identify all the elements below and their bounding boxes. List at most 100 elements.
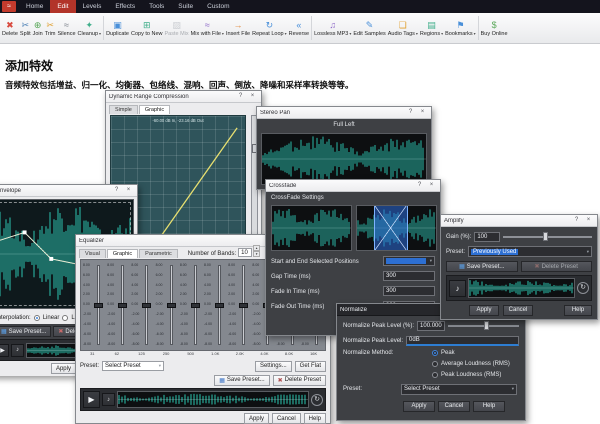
method-radio-average-loudness-rms[interactable] — [432, 361, 438, 367]
peak-percent-slider[interactable] — [448, 321, 519, 331]
toolbar-button-reverse[interactable]: «Reverse — [288, 13, 310, 43]
audio-monitor-button[interactable]: ♪ — [11, 344, 24, 357]
help-button[interactable]: ? — [111, 186, 122, 195]
peak-db-input[interactable]: 0dB — [406, 336, 519, 346]
eq-band-3: 8.006.004.002.000.00-2.00-4.00-6.00-8.00 — [130, 262, 154, 348]
crossfade-wave-right[interactable] — [356, 205, 437, 251]
toolbar-button-join[interactable]: ⊕Join — [32, 13, 44, 43]
toolbar-button-split[interactable]: ✂Split — [19, 13, 32, 43]
eq-slider-handle[interactable] — [94, 303, 103, 308]
toolbar-button-regions[interactable]: ▤Regions▾ — [419, 13, 444, 43]
eq-slider-handle[interactable] — [142, 303, 151, 308]
apply-button[interactable]: Apply — [51, 363, 76, 374]
toolbar-button-delete[interactable]: ✖Delete — [1, 13, 19, 43]
slider-handle[interactable] — [543, 232, 548, 241]
toolbar-button-buy-online[interactable]: $Buy Online — [480, 13, 509, 43]
compression-tab-simple[interactable]: Simple — [109, 105, 138, 114]
fade-in-time-ms-input[interactable]: 300 — [383, 286, 435, 296]
save-preset-button[interactable]: ▦ Save Preset... — [214, 375, 269, 386]
close-button[interactable]: × — [123, 186, 134, 195]
eq-slider-handle[interactable] — [191, 303, 200, 308]
audio-monitor-button[interactable]: ♪ — [102, 393, 115, 406]
close-button[interactable]: × — [417, 108, 428, 117]
positions-select[interactable]: ▾ — [383, 256, 435, 266]
toolbar-button-mix-with-file[interactable]: ≈Mix with File▾ — [190, 13, 225, 43]
help-button[interactable]: Help — [473, 401, 505, 412]
cancel-button[interactable]: Cancel — [272, 413, 301, 424]
bands-spinner[interactable]: ▲ ▼ — [253, 245, 260, 257]
equalizer-save-row: ▦ Save Preset... ✖ Delete Preset — [80, 374, 326, 386]
preset-select[interactable]: Select Preset ▾ — [102, 361, 164, 371]
get-flat-button[interactable]: Get Flat — [295, 361, 326, 372]
delete-preset-button[interactable]: ✖ Delete Preset — [273, 375, 326, 386]
ribbon-tab-tools[interactable]: Tools — [142, 0, 171, 13]
toolbar-button-repeat-loop[interactable]: ↻Repeat Loop▾ — [251, 13, 288, 43]
toolbar-button-copy-to-new[interactable]: ⊞Copy to New — [130, 13, 164, 43]
crossfade-wave-left[interactable] — [271, 205, 352, 251]
cancel-button[interactable]: Cancel — [438, 401, 470, 412]
method-radio-peak-loudness-rms[interactable] — [432, 372, 438, 378]
slider-handle[interactable] — [484, 321, 489, 330]
help-button[interactable]: Help — [304, 413, 326, 424]
refresh-icon[interactable]: ↻ — [577, 282, 589, 294]
ribbon-tab-suite[interactable]: Suite — [171, 0, 200, 13]
gain-input[interactable]: 100 — [474, 232, 500, 242]
refresh-icon[interactable]: ↻ — [311, 394, 323, 406]
eq-slider-handle[interactable] — [215, 303, 224, 308]
close-button[interactable]: × — [426, 181, 437, 190]
toolbar-button-silence[interactable]: ≈Silence — [57, 13, 77, 43]
play-button[interactable]: ▶ — [0, 344, 9, 357]
apply-button[interactable]: Apply — [469, 305, 499, 316]
eq-slider-handle[interactable] — [167, 303, 176, 308]
toolbar-button-duplicate[interactable]: ▣Duplicate — [105, 13, 130, 43]
eq-scale: 8.006.004.002.000.00-2.00-4.00-6.00-8.00 — [83, 264, 93, 346]
apply-button[interactable]: Apply — [403, 401, 435, 412]
compression-tab-graphic[interactable]: Graphic — [139, 105, 170, 114]
toolbar-button-lossless-mp3[interactable]: ♫Lossless MP3▾ — [313, 13, 352, 43]
preset-select[interactable]: Select Preset ▾ — [401, 384, 517, 395]
toolbar-button-insert-file[interactable]: →Insert File — [225, 13, 251, 43]
preset-select[interactable]: Previously Used ▾ — [468, 246, 592, 257]
toolbar-button-edit-samples[interactable]: ✎Edit Samples — [352, 13, 386, 43]
bands-input[interactable]: 10 — [238, 248, 252, 257]
help-button[interactable]: ? — [414, 181, 425, 190]
help-button[interactable]: ? — [405, 108, 416, 117]
eq-scale: 8.006.004.002.000.00-2.00-4.00-6.00-8.00 — [252, 264, 262, 346]
pan-waveform[interactable] — [261, 133, 427, 185]
cancel-button[interactable]: Cancel — [503, 305, 533, 316]
gap-time-ms-input[interactable]: 300 — [383, 271, 435, 281]
equalizer-tab-graphic[interactable]: Graphic — [107, 249, 138, 258]
peak-percent-input[interactable]: 100.000 — [417, 321, 445, 331]
play-button[interactable]: ▶ — [83, 391, 100, 408]
ribbon-tab-edit[interactable]: Edit — [50, 0, 75, 13]
toolbar-button-audio-tags[interactable]: ❏Audio Tags▾ — [387, 13, 419, 43]
ribbon-tab-levels[interactable]: Levels — [76, 0, 109, 13]
save-preset-button[interactable]: ▦ Save Preset... — [446, 261, 518, 272]
toolbar-button-cleanup[interactable]: ✦Cleanup▾ — [77, 13, 103, 43]
ribbon-tab-effects[interactable]: Effects — [108, 0, 142, 13]
interpolation-log-radio[interactable] — [62, 315, 68, 321]
delete-preset-button[interactable]: ✖ Delete Preset — [521, 261, 593, 272]
ribbon-tab-custom[interactable]: Custom — [200, 0, 236, 13]
help-button[interactable]: Help — [564, 305, 592, 316]
close-button[interactable]: × — [247, 92, 258, 101]
toolbar-button-trim[interactable]: ✂Trim — [44, 13, 57, 43]
spin-down-icon[interactable]: ▼ — [253, 251, 260, 257]
help-button[interactable]: ? — [571, 216, 582, 225]
eq-slider-handle[interactable] — [239, 303, 248, 308]
apply-button[interactable]: Apply — [244, 413, 269, 424]
interpolation-linear-radio[interactable] — [34, 315, 40, 321]
crossfade-region[interactable] — [374, 206, 407, 250]
save-preset-button[interactable]: ▦ Save Preset... — [0, 326, 51, 337]
toolbar-button-bookmarks[interactable]: ⚑Bookmarks▾ — [444, 13, 477, 43]
ribbon-tab-home[interactable]: Home — [19, 0, 50, 13]
gain-slider[interactable] — [503, 232, 592, 242]
close-button[interactable]: × — [583, 216, 594, 225]
eq-slider-handle[interactable] — [118, 303, 127, 308]
help-button[interactable]: ? — [235, 92, 246, 101]
settings-button[interactable]: Settings... — [255, 361, 292, 372]
equalizer-tab-visual[interactable]: Visual — [79, 249, 106, 258]
method-radio-peak[interactable] — [432, 350, 438, 356]
equalizer-tab-parametric[interactable]: Parametric — [139, 249, 178, 258]
audio-monitor-button[interactable]: ♪ — [449, 280, 466, 297]
